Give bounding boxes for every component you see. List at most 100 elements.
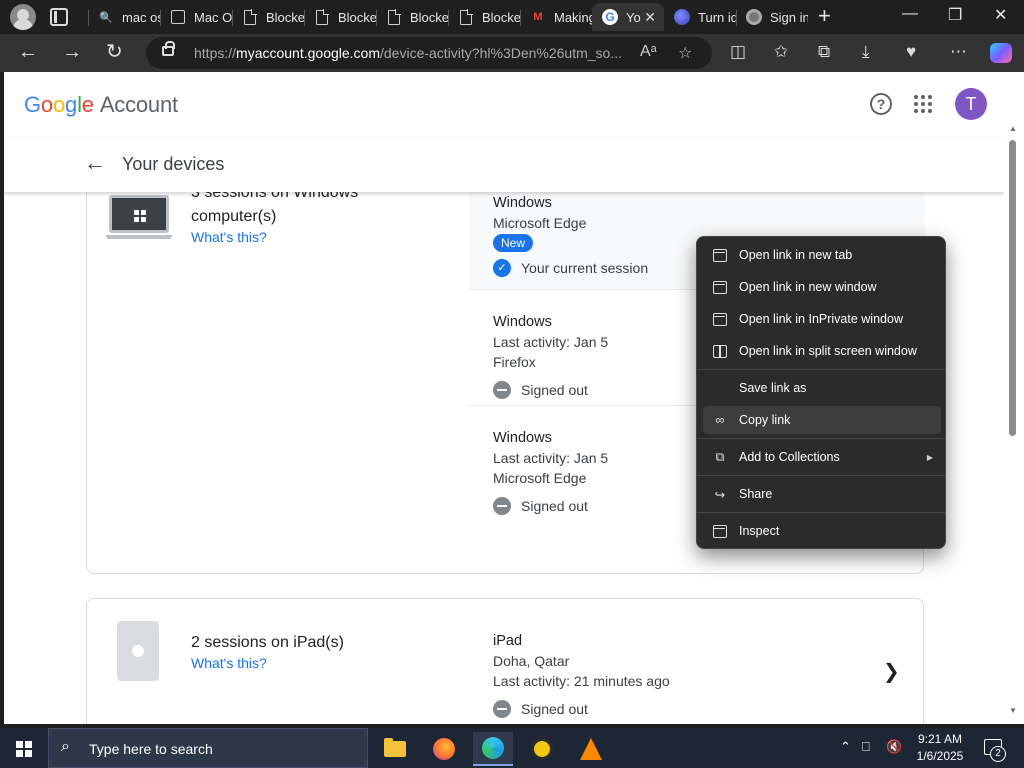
profile-avatar-icon[interactable]	[10, 4, 36, 30]
tab-title: Blocked	[338, 9, 376, 25]
tab-mac-os-search[interactable]: 🔍 mac os	[88, 3, 160, 31]
tab-turn-id[interactable]: Turn id	[664, 3, 736, 31]
page-scrollbar[interactable]: ▲ ▼	[1004, 72, 1024, 724]
scroll-up-icon[interactable]: ▲	[1009, 124, 1017, 133]
session-ipad[interactable]: iPad Doha, Qatar Last activity: 21 minut…	[469, 599, 925, 724]
session-status: Signed out	[521, 701, 588, 717]
copilot-icon[interactable]	[990, 43, 1012, 63]
firefox-icon[interactable]	[424, 732, 464, 766]
new-tab-plus-icon[interactable]: +	[818, 5, 831, 27]
session-os: Windows	[493, 314, 552, 330]
downloads-icon[interactable]: ⤓	[862, 42, 870, 62]
network-icon[interactable]: ⎕	[862, 739, 870, 755]
windows-start-icon[interactable]	[16, 741, 32, 757]
scrollbar-thumb[interactable]	[1009, 140, 1016, 436]
menu-item-open-inprivate[interactable]: Open link in InPrivate window	[703, 305, 941, 333]
lock-icon[interactable]	[162, 41, 175, 56]
page-subheader: ← Your devices	[4, 138, 1004, 192]
session-status: Signed out	[521, 498, 588, 514]
whats-this-link[interactable]: What's this?	[191, 229, 267, 245]
scroll-down-icon[interactable]: ▼	[1009, 706, 1017, 715]
tab-blocked-2[interactable]: Blocked	[304, 3, 376, 31]
tab-title: Mac OS	[194, 9, 232, 25]
session-status: Your current session	[521, 260, 649, 276]
google-account-logo[interactable]: Google Account	[24, 92, 178, 118]
search-icon: 🔍	[99, 11, 113, 24]
tab-making[interactable]: M Making	[520, 3, 592, 31]
taskbar-search-input[interactable]: ⌕ Type here to search	[48, 728, 368, 768]
link-icon: ∞	[715, 413, 725, 427]
menu-item-open-split-screen[interactable]: Open link in split screen window	[703, 337, 941, 365]
menu-item-open-new-window[interactable]: Open link in new window	[703, 273, 941, 301]
menu-separator	[697, 512, 945, 513]
clock-date: 1/6/2025	[916, 749, 964, 763]
close-window-icon[interactable]: ✕	[994, 5, 1007, 25]
tab-title: mac os	[122, 9, 160, 25]
address-bar[interactable]: https://myaccount.google.com/device-acti…	[146, 37, 712, 69]
close-tab-icon[interactable]: ✕	[644, 9, 656, 26]
split-screen-icon[interactable]: ◫	[730, 42, 746, 62]
tab-sign-in[interactable]: Sign in	[736, 3, 808, 31]
submenu-arrow-icon: ▶	[926, 452, 933, 462]
session-status: Signed out	[521, 382, 588, 398]
share-icon: ↪	[714, 487, 726, 502]
url-text[interactable]: https://myaccount.google.com/device-acti…	[194, 45, 622, 61]
notification-count-badge: 2	[990, 746, 1006, 762]
session-os: Windows	[493, 430, 552, 446]
menu-item-share[interactable]: ↪ Share	[703, 480, 941, 508]
session-browser: Microsoft Edge	[493, 215, 587, 231]
session-activity: Last activity: Jan 5	[493, 334, 609, 350]
back-arrow-icon[interactable]: ←	[18, 41, 38, 63]
vlc-icon[interactable]	[571, 732, 611, 766]
back-arrow-icon[interactable]: ←	[84, 150, 106, 176]
google-apps-icon[interactable]	[914, 95, 932, 113]
menu-item-add-to-collections[interactable]: ⧉ Add to Collections ▶	[703, 443, 941, 471]
device-group-title: 2 sessions on iPad(s)	[191, 634, 344, 651]
menu-item-copy-link[interactable]: ∞ Copy link	[703, 406, 941, 434]
edge-icon[interactable]	[473, 732, 513, 766]
tab-title: Sign in	[770, 9, 808, 25]
taskbar-clock[interactable]: 9:21 AM 1/6/2025	[908, 731, 972, 765]
tab-blocked-3[interactable]: Blocked	[376, 3, 448, 31]
favorites-icon[interactable]: ✩	[774, 42, 788, 62]
restore-icon[interactable]: ❐	[948, 5, 962, 25]
refresh-icon[interactable]: ↻	[106, 41, 123, 63]
tab-blocked-4[interactable]: Blocked	[448, 3, 520, 31]
keepass-icon[interactable]	[522, 732, 562, 766]
browser-toolbar: ← → ↻ https://myaccount.google.com/devic…	[0, 34, 1024, 72]
help-icon[interactable]: ?	[870, 93, 892, 115]
collections-icon[interactable]: ⧉	[818, 42, 830, 62]
google-icon: G	[602, 9, 618, 25]
forward-arrow-icon[interactable]: →	[62, 41, 82, 63]
session-activity: Last activity: Jan 5	[493, 450, 609, 466]
menu-item-open-new-tab[interactable]: Open link in new tab	[703, 241, 941, 269]
device-card-ipad[interactable]: 2 sessions on iPad(s) What's this? iPad …	[86, 598, 924, 724]
tab-blocked-1[interactable]: Blocked	[232, 3, 304, 31]
file-explorer-icon[interactable]	[375, 732, 415, 766]
browser-essentials-icon[interactable]: ♥	[906, 42, 916, 62]
menu-item-save-link-as[interactable]: Save link as	[703, 374, 941, 402]
minimize-icon[interactable]: —	[902, 5, 918, 23]
tab-actions-icon[interactable]	[50, 8, 68, 26]
tab-title: Making	[554, 9, 592, 25]
ipad-apple-icon	[117, 621, 159, 681]
tab-mac-os[interactable]: Mac OS	[160, 3, 232, 31]
check-circle-icon: ✓	[493, 259, 511, 277]
new-badge: New	[493, 234, 534, 252]
whats-this-link[interactable]: What's this?	[191, 655, 267, 671]
favorite-star-icon[interactable]: ☆	[678, 43, 692, 63]
avatar[interactable]: T	[955, 88, 987, 120]
document-icon	[314, 8, 330, 25]
gmail-icon: M	[533, 11, 543, 23]
menu-item-inspect[interactable]: Inspect	[703, 517, 941, 545]
tab-your-devices-active[interactable]: G Yo ✕	[592, 3, 664, 31]
tab-strip: 🔍 mac os Mac OS Blocked Blocked Blocked …	[0, 0, 1024, 34]
site-icon	[746, 9, 762, 25]
show-hidden-icons-chevron-icon[interactable]: ⌃	[840, 739, 851, 755]
page-title: Your devices	[122, 154, 225, 174]
chevron-right-icon[interactable]: ❯	[883, 659, 900, 684]
signed-out-icon	[493, 381, 511, 399]
volume-muted-icon[interactable]: 🔇	[886, 739, 902, 755]
more-options-icon[interactable]: ⋯	[950, 42, 967, 62]
read-aloud-icon[interactable]: Aᵃ	[640, 43, 657, 61]
